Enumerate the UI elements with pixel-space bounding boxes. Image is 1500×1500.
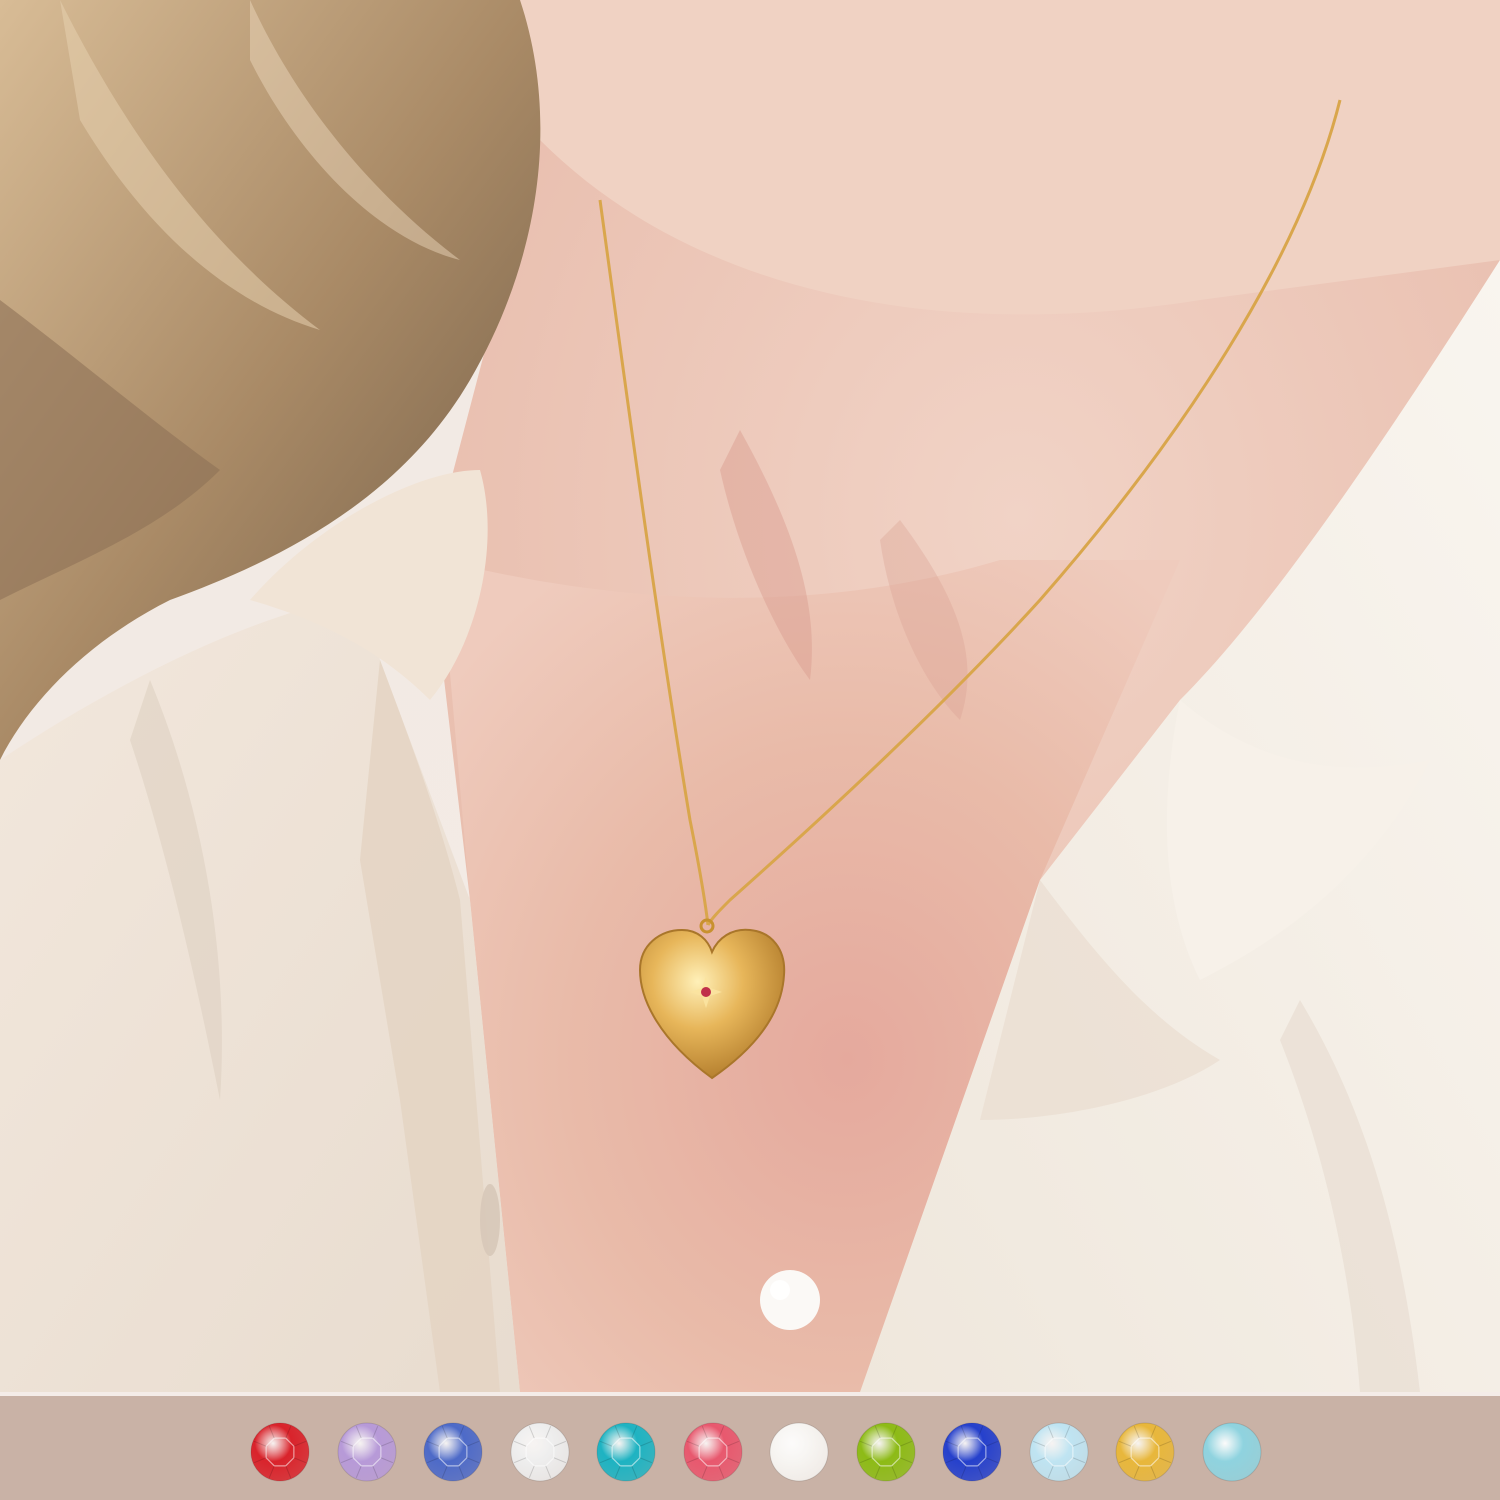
swatch-clear[interactable] — [510, 1422, 570, 1482]
swatch-lavender[interactable] — [337, 1422, 397, 1482]
swatch-topaz-yellow[interactable] — [1115, 1422, 1175, 1482]
necklace-photo — [0, 0, 1500, 1392]
swatch-pearl-white[interactable] — [769, 1422, 829, 1482]
swatch-turquoise[interactable] — [1202, 1422, 1262, 1482]
swatch-sapphire-blue[interactable] — [423, 1422, 483, 1482]
swatch-ruby-red[interactable] — [250, 1422, 310, 1482]
birthstone-swatches — [250, 1422, 1262, 1482]
swatch-peridot-green[interactable] — [856, 1422, 916, 1482]
swatch-aquamarine-teal[interactable] — [596, 1422, 656, 1482]
swatch-aurora-borealis[interactable] — [1029, 1422, 1089, 1482]
swatch-rose-pink[interactable] — [683, 1422, 743, 1482]
product-image — [0, 0, 1500, 1500]
swatch-royal-blue[interactable] — [942, 1422, 1002, 1482]
